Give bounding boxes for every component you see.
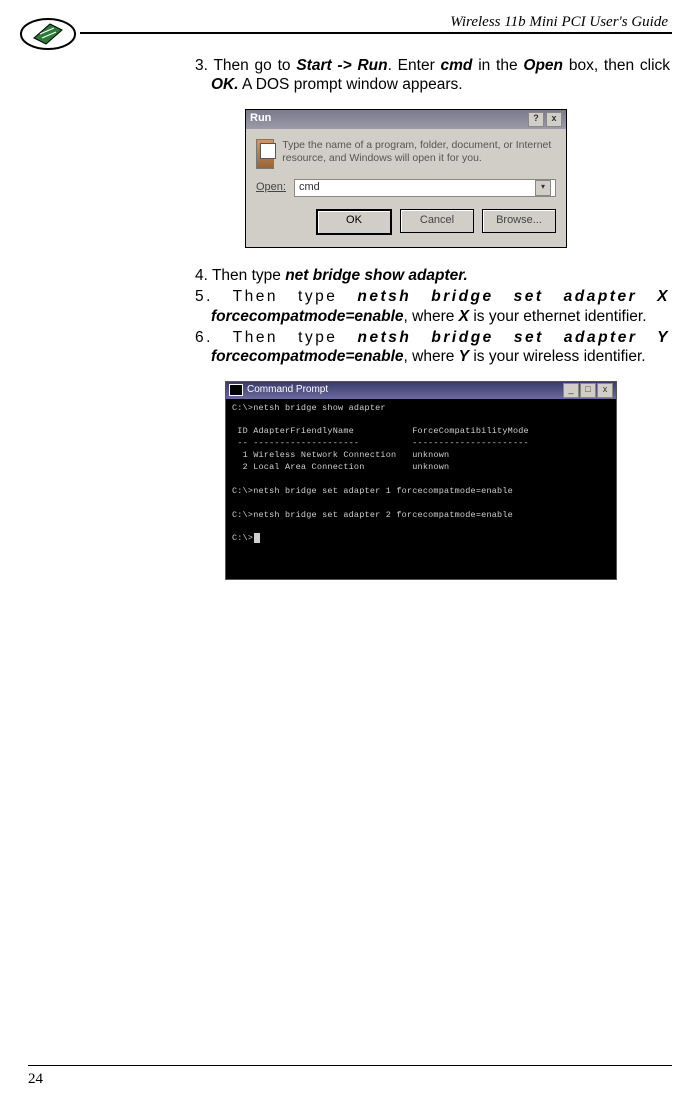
text-bold: forcecompatmode=enable	[211, 308, 404, 325]
cmd-icon	[229, 384, 243, 396]
step-6: 6. Then type netsh bridge set adapter Y …	[195, 328, 670, 367]
dropdown-arrow-icon[interactable]: ▾	[535, 180, 551, 196]
text-bold: net bridge show adapter.	[285, 267, 468, 284]
text: . Enter	[388, 57, 441, 74]
run-description: Type the name of a program, folder, docu…	[282, 139, 556, 165]
open-input[interactable]: cmd ▾	[294, 179, 556, 197]
open-input-value: cmd	[299, 181, 320, 195]
step-4: 4. Then type net bridge show adapter.	[195, 266, 670, 285]
cmd-line: -- -------------------- ----------------…	[232, 438, 529, 448]
minimize-button[interactable]: _	[563, 383, 579, 398]
step-5: 5. Then type netsh bridge set adapter X …	[195, 287, 670, 326]
cmd-line: ID AdapterFriendlyName ForceCompatibilit…	[232, 426, 529, 436]
cmd-line: C:\>netsh bridge set adapter 1 forcecomp…	[232, 486, 513, 496]
text: 3. Then go to	[195, 57, 296, 74]
command-prompt-window: Command Prompt _ □ x C:\>netsh bridge sh…	[225, 381, 617, 580]
text: , where	[404, 308, 459, 325]
text-bold: netsh bridge set adapter Y	[358, 329, 670, 346]
run-dialog: Run ? x Type the name of a program, fold…	[245, 109, 567, 248]
cmd-line: 2 Local Area Connection unknown	[232, 462, 449, 472]
step-3: 3. Then go to Start -> Run. Enter cmd in…	[195, 56, 670, 95]
text: 4. Then type	[195, 267, 285, 284]
cmd-title-text: Command Prompt	[247, 384, 328, 397]
text-bold: Open	[523, 57, 563, 74]
close-button[interactable]: x	[597, 383, 613, 398]
text: is your ethernet identifier.	[469, 308, 647, 325]
text-bold: netsh bridge set adapter X	[357, 288, 670, 305]
browse-button[interactable]: Browse...	[482, 209, 556, 233]
text: box, then click	[563, 57, 670, 74]
cancel-button[interactable]: Cancel	[400, 209, 474, 233]
text: 6. Then type	[195, 329, 358, 346]
text: , where	[404, 348, 459, 365]
text: A DOS prompt window appears.	[239, 76, 463, 93]
header-title: Wireless 11b Mini PCI User's Guide	[450, 14, 668, 31]
cursor-icon	[254, 533, 260, 543]
text-bold: forcecompatmode=enable	[211, 348, 404, 365]
text: 5. Then type	[195, 288, 357, 305]
open-label: Open:	[256, 181, 286, 195]
page-number: 24	[28, 1071, 43, 1088]
run-title-text: Run	[250, 112, 271, 126]
cmd-titlebar: Command Prompt _ □ x	[226, 382, 616, 399]
text-bold: Y	[459, 348, 469, 365]
maximize-button[interactable]: □	[580, 383, 596, 398]
cmd-line: C:\>netsh bridge set adapter 2 forcecomp…	[232, 510, 513, 520]
logo	[20, 18, 76, 50]
close-button[interactable]: x	[546, 112, 562, 127]
text-bold: X	[459, 308, 469, 325]
text-bold: OK.	[211, 76, 239, 93]
ok-button[interactable]: OK	[316, 209, 392, 235]
text-bold: cmd	[441, 57, 473, 74]
footer-rule	[28, 1065, 672, 1067]
help-button[interactable]: ?	[528, 112, 544, 127]
cmd-line: C:\>	[232, 533, 253, 543]
cmd-line: C:\>netsh bridge show adapter	[232, 403, 386, 413]
run-titlebar: Run ? x	[246, 110, 566, 129]
text: is your wireless identifier.	[469, 348, 646, 365]
content: 3. Then go to Start -> Run. Enter cmd in…	[195, 56, 670, 598]
cmd-body: C:\>netsh bridge show adapter ID Adapter…	[226, 399, 616, 579]
cmd-line: 1 Wireless Network Connection unknown	[232, 450, 449, 460]
figure-run-dialog: Run ? x Type the name of a program, fold…	[245, 109, 670, 248]
run-icon	[256, 139, 274, 169]
figure-command-prompt: Command Prompt _ □ x C:\>netsh bridge sh…	[225, 381, 670, 580]
header-rule	[80, 32, 672, 34]
text-bold: Start -> Run	[296, 57, 387, 74]
text: in the	[472, 57, 523, 74]
